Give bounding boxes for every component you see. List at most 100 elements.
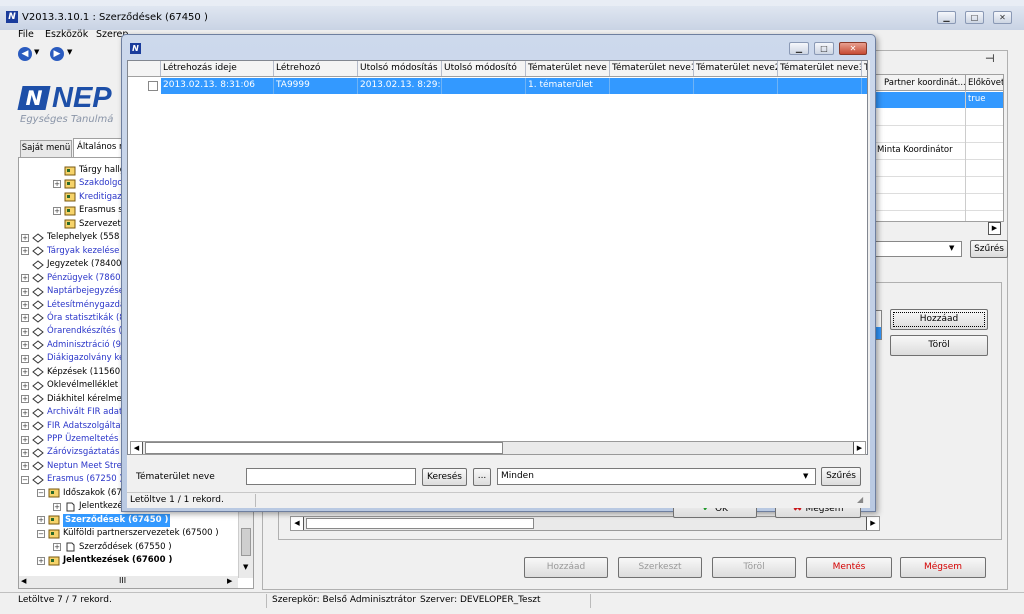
bg-grid[interactable]: Partner koordinát... Előkövet true Minta… — [866, 74, 1004, 222]
pin-icon[interactable]: ⊣ — [985, 52, 995, 65]
dialog-hscroll-thumb[interactable] — [145, 442, 503, 454]
column-header[interactable]: Tématerület neve — [526, 61, 610, 76]
table-cell[interactable] — [610, 78, 694, 94]
forward-button[interactable]: ▶ — [50, 47, 64, 61]
tree-item[interactable]: + Pénzügyek (7860 — [21, 272, 121, 285]
expand-icon[interactable]: + — [21, 462, 29, 471]
expand-icon[interactable]: + — [37, 516, 45, 525]
bg-grid-row[interactable] — [867, 177, 1003, 194]
bg-torol-button[interactable]: Töröl — [890, 335, 988, 356]
table-cell[interactable] — [862, 78, 867, 94]
menu-file[interactable]: File — [18, 29, 34, 40]
tree-item[interactable]: + FIR Adatszolgáltat — [21, 420, 124, 433]
bottom-mentes-button[interactable]: Mentés — [806, 557, 892, 578]
collapse-icon[interactable]: − — [21, 475, 29, 484]
tab-sajat-menu[interactable]: Saját menü — [20, 140, 72, 157]
tree-item[interactable]: + Diákhitel kérelmek — [21, 393, 127, 406]
expand-icon[interactable]: + — [53, 206, 61, 215]
expand-icon[interactable]: + — [21, 448, 29, 457]
close-button[interactable]: ✕ — [993, 11, 1012, 24]
expand-icon[interactable]: + — [53, 179, 61, 188]
column-header[interactable]: Tématerület neve1 — [610, 61, 694, 76]
column-header[interactable]: Utolsó módosító — [442, 61, 526, 76]
dialog-close-button[interactable]: ✕ — [839, 42, 867, 55]
table-cell[interactable]: 1. tématerület — [526, 78, 610, 94]
table-cell[interactable] — [694, 78, 778, 94]
tree-item[interactable]: + Jelentkezések (67600 ) — [37, 554, 172, 567]
expand-icon[interactable]: + — [21, 381, 29, 390]
table-cell[interactable]: TA9999 — [274, 78, 358, 94]
bg-header-partner[interactable]: Partner koordinát... — [884, 78, 966, 88]
column-header[interactable]: Tématerület neve3 — [778, 61, 862, 76]
tree-item[interactable]: + Tárgyak kezelése — [21, 245, 119, 258]
table-cell[interactable] — [442, 78, 526, 94]
tree-item[interactable]: + Záróvizsgáztatás — [21, 446, 119, 459]
tab-altalanos-menu[interactable]: Általános m — [73, 138, 128, 157]
expand-icon[interactable]: + — [21, 247, 29, 256]
maximize-button[interactable]: □ — [965, 11, 984, 24]
bg-grid-selected-row[interactable]: true — [867, 92, 1003, 108]
tree-item[interactable]: + Oklevélmelléklet ( — [21, 379, 124, 392]
bg-hozzaad-button[interactable]: Hozzáad — [890, 309, 988, 330]
expand-icon[interactable]: + — [37, 556, 45, 565]
bottom-hozzaad-button[interactable]: Hozzáad — [524, 557, 608, 578]
table-row[interactable]: 2013.02.13. 8:31:06 TA9999 2013.02.13. 8:2… — [128, 78, 867, 94]
tree-vscroll-down-icon[interactable]: ▼ — [243, 563, 248, 571]
menu-eszkozok[interactable]: Eszközök — [45, 29, 88, 40]
column-header[interactable]: Tématerület neve2 — [694, 61, 778, 76]
tree-item[interactable]: + Szerződések (67450 ) — [37, 513, 171, 527]
expand-icon[interactable]: + — [21, 408, 29, 417]
expand-icon[interactable]: + — [21, 274, 29, 283]
tree-item[interactable]: + Adminisztráció (95 — [21, 339, 126, 352]
filter-combo-arrow-icon[interactable]: ▼ — [803, 472, 808, 480]
bg-filter-combo[interactable]: ▼ — [866, 241, 962, 257]
back-dropdown-icon[interactable]: ▼ — [34, 48, 39, 56]
tree-item[interactable]: +Jegyzetek (78400 — [21, 258, 121, 271]
tree-hscroll-right-icon[interactable]: ▶ — [227, 577, 232, 585]
dialog-szures-button[interactable]: Szűrés — [821, 467, 861, 486]
expand-icon[interactable]: + — [21, 301, 29, 309]
collapse-icon[interactable]: − — [37, 529, 45, 538]
keresés-button[interactable]: Keresés — [422, 468, 467, 486]
tree-item[interactable]: + Óra statisztikák (8 — [21, 312, 125, 325]
expand-icon[interactable]: + — [21, 435, 29, 444]
expand-icon[interactable]: + — [21, 314, 29, 323]
tree-hscrollbar[interactable]: ◀ III ▶ — [19, 576, 238, 588]
tree-item[interactable]: + Neptun Meet Stre — [21, 460, 122, 473]
ellipsis-button[interactable]: ... — [473, 468, 491, 486]
expand-icon[interactable]: + — [21, 287, 29, 296]
bg-combo-arrow-icon[interactable]: ▼ — [949, 244, 954, 252]
table-cell[interactable]: 2013.02.13. 8:29:50 — [358, 78, 442, 94]
column-header[interactable]: Létrehozó — [274, 61, 358, 76]
resize-grip-icon[interactable]: ◢ — [857, 495, 863, 504]
tree-hscroll-grip[interactable]: III — [119, 576, 126, 585]
tree-item[interactable]: + Telephelyek (558 — [21, 231, 119, 244]
tree-item[interactable]: + Szerződések (67550 ) — [53, 541, 172, 554]
minimize-button[interactable]: ▁ — [937, 11, 956, 24]
expand-icon[interactable]: + — [21, 341, 29, 350]
row-checkbox[interactable] — [148, 81, 158, 91]
column-header[interactable]: Létrehozás ideje — [161, 61, 274, 76]
tree-item[interactable]: + Órarendkészítés ( — [21, 325, 122, 338]
expand-icon[interactable]: + — [53, 543, 61, 552]
bg-hscroll-right-icon[interactable]: ▶ — [866, 517, 879, 530]
tree-item[interactable]: + Naptárbejegyzése — [21, 285, 124, 298]
forward-dropdown-icon[interactable]: ▼ — [67, 48, 72, 56]
expand-icon[interactable]: + — [21, 368, 29, 377]
dialog-minimize-button[interactable]: ▁ — [789, 42, 809, 55]
bg-szures-button[interactable]: Szűrés — [970, 240, 1008, 258]
tree-item[interactable]: + Archivált FIR adat — [21, 406, 122, 419]
expand-icon[interactable]: + — [21, 233, 29, 242]
bg-grid-row[interactable] — [867, 160, 1003, 177]
tree-item[interactable]: − Erasmus (67250 ) — [21, 473, 123, 486]
expand-icon[interactable]: + — [21, 327, 29, 336]
expand-icon[interactable]: + — [21, 395, 29, 404]
back-button[interactable]: ◀ — [18, 47, 32, 61]
bg-grid-hscroll-right-icon[interactable]: ▶ — [988, 222, 1001, 235]
filter-combo[interactable]: Minden ▼ — [497, 468, 816, 485]
table-cell[interactable]: 2013.02.13. 8:31:06 — [161, 78, 274, 94]
tree-vscroll-thumb[interactable] — [241, 528, 251, 556]
table-cell[interactable] — [778, 78, 862, 94]
tree-item[interactable]: + Diákigazolvány ke — [21, 352, 124, 365]
collapse-icon[interactable]: − — [37, 489, 45, 498]
